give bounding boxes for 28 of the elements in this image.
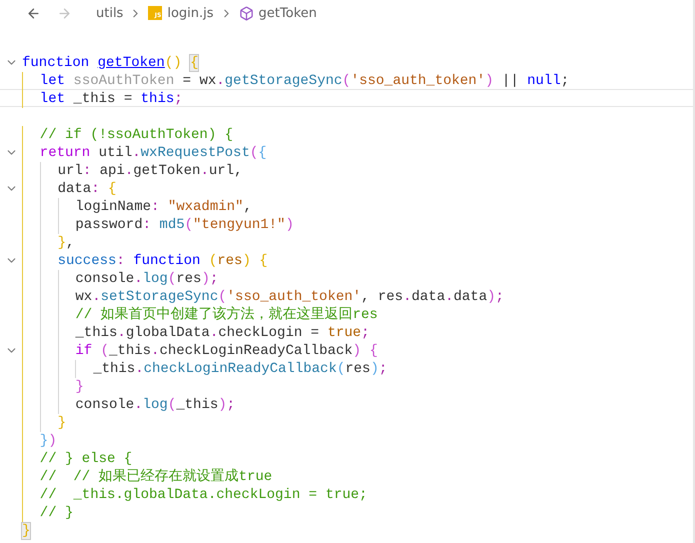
code-line: // if (!ssoAuthToken) { bbox=[22, 126, 234, 142]
code-line: let _this = this; bbox=[22, 90, 183, 106]
breadcrumb-item[interactable]: utils bbox=[94, 6, 126, 20]
code-line: password: md5("tengyun1!") bbox=[22, 216, 294, 232]
code-line: return util.wxRequestPost({ bbox=[22, 144, 267, 160]
code-line: function getToken() { bbox=[22, 54, 198, 70]
code-line: if (_this.checkLoginReadyCallback) { bbox=[22, 342, 378, 358]
code-line: success: function (res) { bbox=[22, 252, 268, 268]
code-line: } bbox=[22, 378, 84, 394]
code-line: } bbox=[22, 414, 66, 430]
cube-icon bbox=[238, 6, 254, 20]
code-line: // } else { bbox=[22, 450, 132, 466]
code-line: _this.globalData.checkLogin = true; bbox=[22, 324, 370, 340]
code-line: // // 如果已经存在就设置成true bbox=[22, 468, 272, 484]
code-line: }) bbox=[22, 432, 57, 448]
code-line: // 如果首页中创建了该方法，就在这里返回res bbox=[22, 306, 378, 322]
code-line: console.log(res); bbox=[22, 270, 218, 286]
code-line: }, bbox=[22, 234, 74, 250]
code-line: data: { bbox=[22, 180, 116, 196]
code-line: wx.setStorageSync('sso_auth_token', res.data.data); bbox=[22, 288, 504, 304]
code-line: console.log(_this); bbox=[22, 396, 236, 412]
code-line: _this.checkLoginReadyCallback(res); bbox=[22, 360, 388, 376]
code-line: let ssoAuthToken = wx.getStorageSync('sso_auth_token') || null; bbox=[22, 72, 570, 88]
code-line: loginName: "wxadmin", bbox=[22, 198, 252, 214]
forward-arrow-icon bbox=[57, 6, 72, 20]
code-line: // _this.globalData.checkLogin = true; bbox=[22, 486, 368, 502]
breadcrumb-item[interactable]: getToken bbox=[236, 6, 319, 20]
code-line: url: api.getToken.url, bbox=[22, 162, 242, 178]
